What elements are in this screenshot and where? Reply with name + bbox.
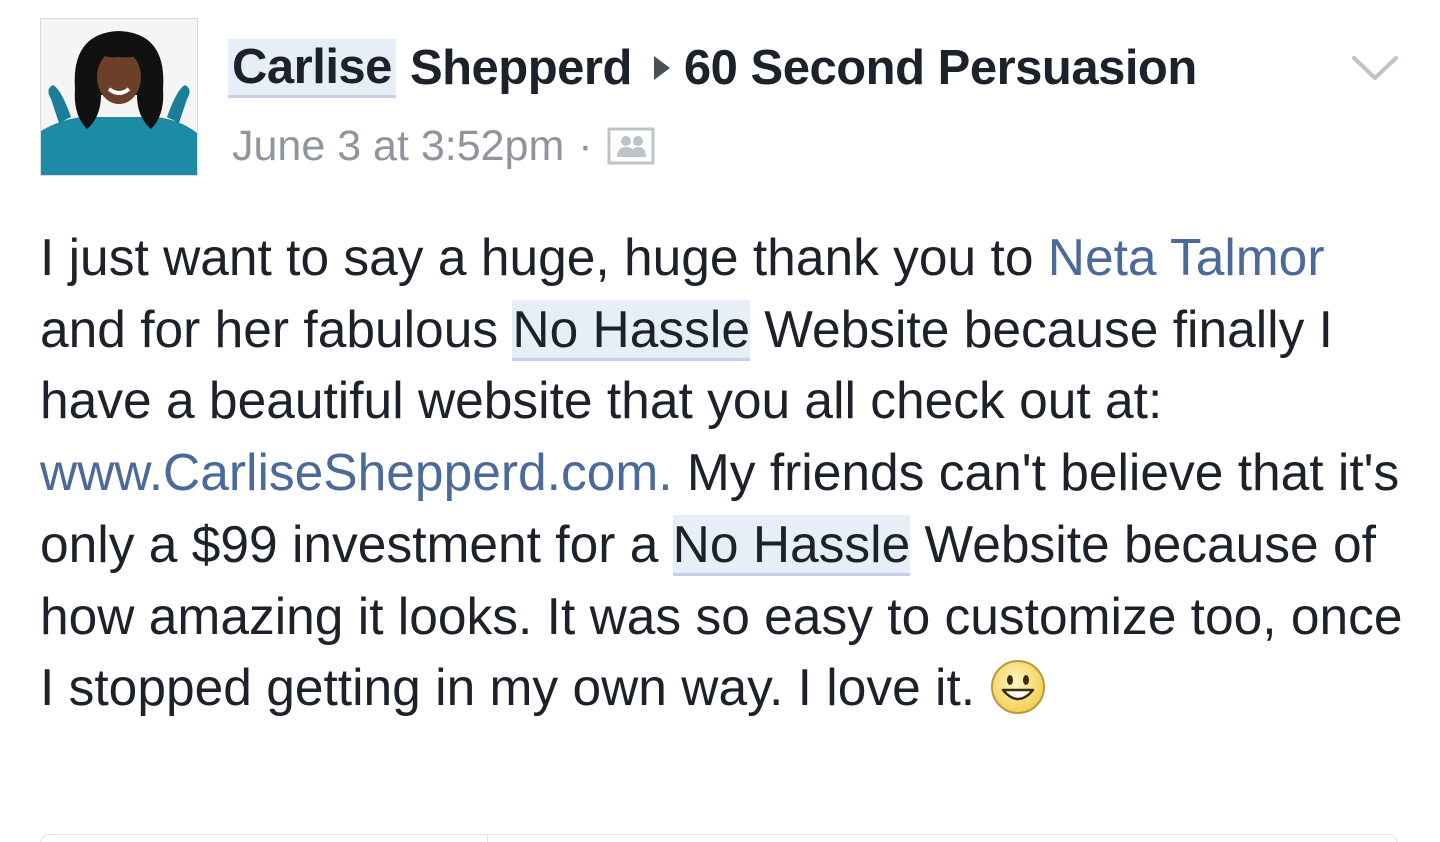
website-link[interactable]: www.CarliseShepperd.com. (40, 443, 673, 501)
keyword-highlight: No Hassle (672, 514, 911, 576)
post-body: I just want to say a huge, huge thank yo… (40, 222, 1410, 724)
right-arrow-icon (653, 56, 670, 80)
author-name-last[interactable]: Shepperd (410, 40, 632, 96)
post-footer-divider (40, 834, 1398, 842)
chevron-down-icon[interactable] (1350, 50, 1400, 86)
author-avatar[interactable] (40, 18, 198, 176)
footer-split (487, 834, 488, 842)
group-name-link[interactable]: 60 Second Persuasion (684, 40, 1197, 96)
feed-post: Carlise Shepperd 60 Second Persuasion Ju… (0, 0, 1440, 842)
avatar-photo (41, 19, 197, 175)
post-text: and for her fabulous (40, 299, 513, 358)
post-timestamp[interactable]: June 3 at 3:52pm (232, 122, 564, 171)
author-name-first[interactable]: Carlise (228, 38, 396, 98)
post-meta: June 3 at 3:52pm · (232, 118, 655, 174)
grinning-face-icon (991, 659, 1046, 714)
meta-separator: · (578, 121, 593, 170)
post-text: I just want to say a huge, huge thank yo… (40, 228, 1048, 286)
keyword-highlight: No Hassle (512, 299, 750, 361)
group-members-icon[interactable] (607, 127, 655, 165)
post-header: Carlise Shepperd 60 Second Persuasion (228, 36, 1197, 100)
mention-link[interactable]: Neta Talmor (1048, 228, 1325, 286)
